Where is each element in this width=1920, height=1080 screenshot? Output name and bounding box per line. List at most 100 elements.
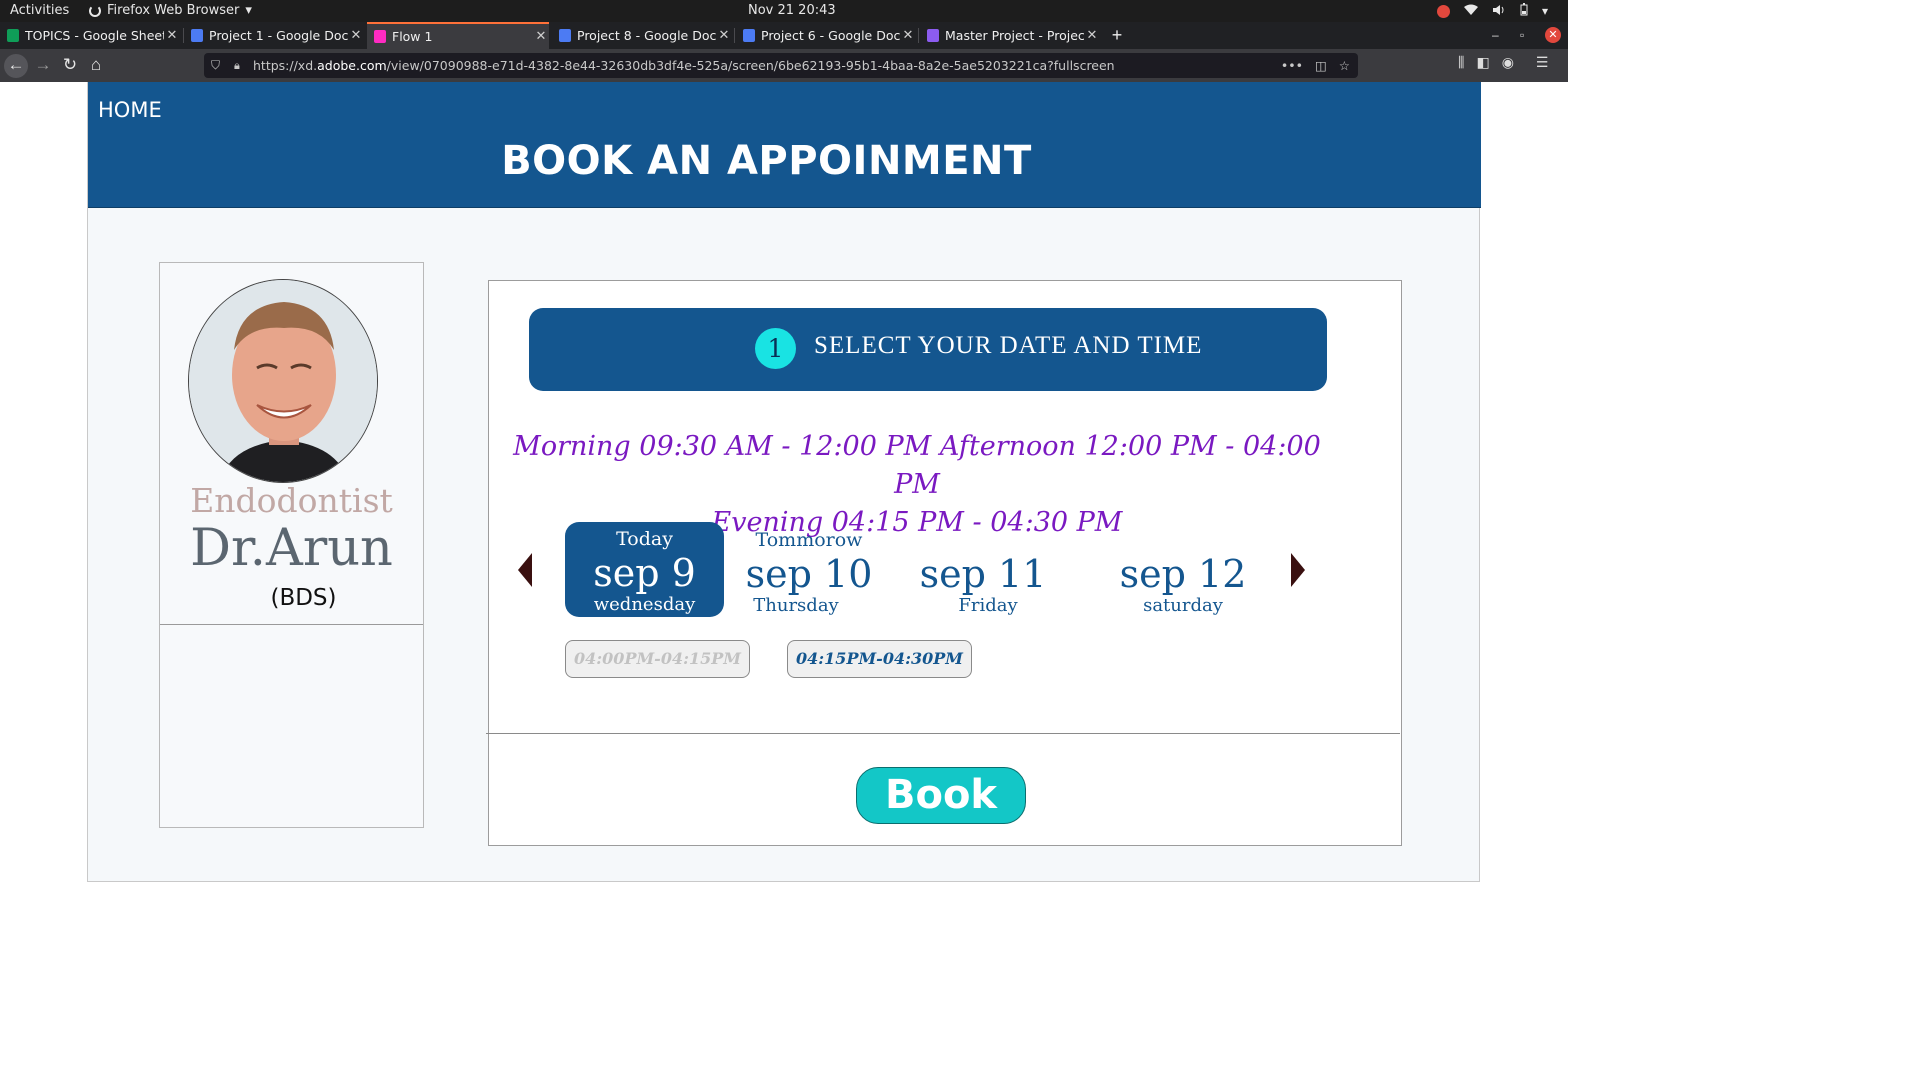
date-option-sep-10[interactable]: Tommorow sep 10 Thursday: [739, 529, 879, 616]
weekday-label: Friday: [958, 595, 1018, 616]
tab-separator: [918, 28, 919, 43]
reload-button[interactable]: ↻: [58, 54, 82, 78]
date-label: sep 10: [745, 552, 873, 596]
page-actions-icon[interactable]: •••: [1281, 53, 1303, 78]
power-menu-caret-icon: ▾: [1541, 4, 1548, 18]
date-label: sep 12: [1119, 552, 1247, 596]
navigation-toolbar: ← → ↻ ⌂ ⛉ 🔒︎ https://xd.adobe.com/view/0…: [0, 49, 1568, 82]
book-button[interactable]: Book: [856, 767, 1026, 824]
url-bar[interactable]: ⛉ 🔒︎ https://xd.adobe.com/view/07090988-…: [204, 53, 1358, 78]
recording-indicator-icon: [1436, 4, 1450, 18]
tab-strip: TOPICS - Google Sheets ✕ Project 1 - Goo…: [0, 22, 1568, 49]
library-icon[interactable]: ⫼: [1458, 54, 1464, 71]
step-number-badge: 1: [755, 328, 796, 369]
close-icon[interactable]: ✕: [164, 28, 180, 43]
prototype-artboard: HOME BOOK AN APPOINMENT Endodontist Dr.A…: [87, 82, 1481, 882]
minimize-icon[interactable]: –: [1492, 22, 1499, 49]
tab-title: TOPICS - Google Sheets: [25, 28, 164, 43]
date-label: sep 9: [593, 551, 696, 595]
tab-master-project[interactable]: Master Project - Project ✕: [920, 22, 1100, 49]
date-label: sep 11: [919, 552, 1047, 596]
clock[interactable]: Nov 21 20:43: [748, 3, 836, 18]
tab-title: Project 8 - Google Docs: [577, 28, 716, 43]
date-option-sep-12[interactable]: sep 12 saturday: [1113, 529, 1253, 616]
sheets-icon: [7, 29, 19, 42]
xd-icon: [374, 30, 386, 43]
system-tray[interactable]: ▾: [1436, 3, 1548, 19]
new-tab-button[interactable]: +: [1107, 22, 1127, 49]
home-link[interactable]: HOME: [98, 98, 162, 122]
tab-project-1-docs[interactable]: Project 1 - Google Docs ✕: [184, 22, 364, 49]
date-relative-label: Tommorow: [755, 529, 863, 551]
date-option-sep-11[interactable]: sep 11 Friday: [913, 529, 1053, 616]
url-actions: ••• ◫ ☆: [1281, 53, 1350, 78]
back-button[interactable]: ←: [4, 54, 28, 78]
pocket-icon[interactable]: ◫: [1315, 53, 1327, 78]
tab-title: Flow 1: [392, 29, 433, 44]
activities-button[interactable]: Activities: [10, 3, 69, 18]
app-menu-label: Firefox Web Browser: [107, 3, 240, 18]
tab-title: Project 6 - Google Docs: [761, 28, 900, 43]
wifi-icon: [1463, 4, 1478, 19]
weekday-label: Thursday: [753, 595, 839, 616]
doctor-card: Endodontist Dr.Arun (BDS): [159, 262, 424, 828]
step-label: SELECT YOUR DATE AND TIME: [814, 332, 1203, 359]
url-text[interactable]: https://xd.adobe.com/view/07090988-e71d-…: [253, 53, 1115, 78]
forward-button[interactable]: →: [31, 54, 55, 78]
sidebar-icon[interactable]: ◧: [1476, 54, 1489, 71]
tab-topics-sheets[interactable]: TOPICS - Google Sheets ✕: [0, 22, 180, 49]
tab-title: Project 1 - Google Docs: [209, 28, 348, 43]
battery-icon: [1520, 3, 1528, 19]
page-viewport: HOME BOOK AN APPOINMENT Endodontist Dr.A…: [0, 82, 1568, 882]
home-button[interactable]: ⌂: [84, 54, 108, 78]
next-dates-arrow-icon[interactable]: [1291, 553, 1305, 587]
date-option-today[interactable]: Today sep 9 wednesday: [565, 522, 724, 617]
tab-project-6-docs[interactable]: Project 6 - Google Docs ✕: [736, 22, 916, 49]
tab-separator: [734, 28, 735, 43]
system-top-bar: Activities Firefox Web Browser ▾ Nov 21 …: [0, 0, 1568, 22]
volume-icon: [1492, 4, 1506, 19]
firefox-icon: [89, 4, 101, 17]
toolbar-right: ⫼ ◧ ◉ ☰: [1458, 54, 1548, 71]
page-title: BOOK AN APPOINMENT: [501, 138, 1032, 184]
date-relative-label: [913, 529, 1053, 553]
doctor-avatar: [188, 279, 378, 483]
docs-icon: [559, 29, 571, 42]
weekday-label: wednesday: [593, 594, 696, 615]
close-icon[interactable]: ✕: [348, 28, 364, 43]
close-icon[interactable]: ✕: [900, 28, 916, 43]
chevron-down-icon: ▾: [245, 3, 252, 18]
restore-icon[interactable]: ▫: [1520, 22, 1524, 49]
account-icon[interactable]: ◉: [1502, 54, 1514, 71]
close-icon[interactable]: ✕: [716, 28, 732, 43]
date-relative-label: Today: [616, 528, 673, 550]
bookmark-star-icon[interactable]: ☆: [1339, 53, 1350, 78]
close-icon[interactable]: ✕: [533, 29, 549, 44]
booking-panel: 1 SELECT YOUR DATE AND TIME Morning 09:3…: [486, 280, 1402, 846]
docs-icon: [743, 29, 755, 42]
weekday-label: saturday: [1143, 595, 1223, 616]
session-hours-line-1: Morning 09:30 AM - 12:00 PM Afternoon 12…: [513, 431, 1321, 500]
doctor-name: Dr.Arun: [190, 519, 393, 578]
doctor-card-header: Endodontist Dr.Arun (BDS): [160, 263, 423, 625]
close-icon[interactable]: ✕: [1084, 28, 1100, 43]
docs-icon: [191, 29, 203, 42]
panel-divider: [486, 733, 1400, 734]
app-menu[interactable]: Firefox Web Browser ▾: [89, 3, 252, 18]
tracking-shield-icon[interactable]: ⛉: [211, 53, 220, 78]
doctor-specialty: Endodontist: [190, 481, 393, 520]
page-header: HOME BOOK AN APPOINMENT: [88, 82, 1481, 208]
docs-icon: [927, 29, 939, 42]
tab-title: Master Project - Project: [945, 28, 1084, 43]
step-banner: 1 SELECT YOUR DATE AND TIME: [529, 308, 1327, 391]
window-close-icon[interactable]: ✕: [1545, 27, 1561, 43]
tab-flow-1[interactable]: Flow 1 ✕: [367, 22, 549, 49]
lock-icon[interactable]: 🔒︎: [234, 53, 240, 78]
tab-project-8-docs[interactable]: Project 8 - Google Docs ✕: [552, 22, 732, 49]
time-slot-available[interactable]: 04:15PM-04:30PM: [787, 640, 972, 678]
previous-dates-arrow-icon[interactable]: [518, 553, 532, 587]
date-relative-label: [1113, 529, 1253, 553]
time-slot-unavailable[interactable]: 04:00PM-04:15PM: [565, 640, 750, 678]
doctor-degree: (BDS): [270, 585, 337, 611]
hamburger-menu-icon[interactable]: ☰: [1536, 54, 1549, 71]
